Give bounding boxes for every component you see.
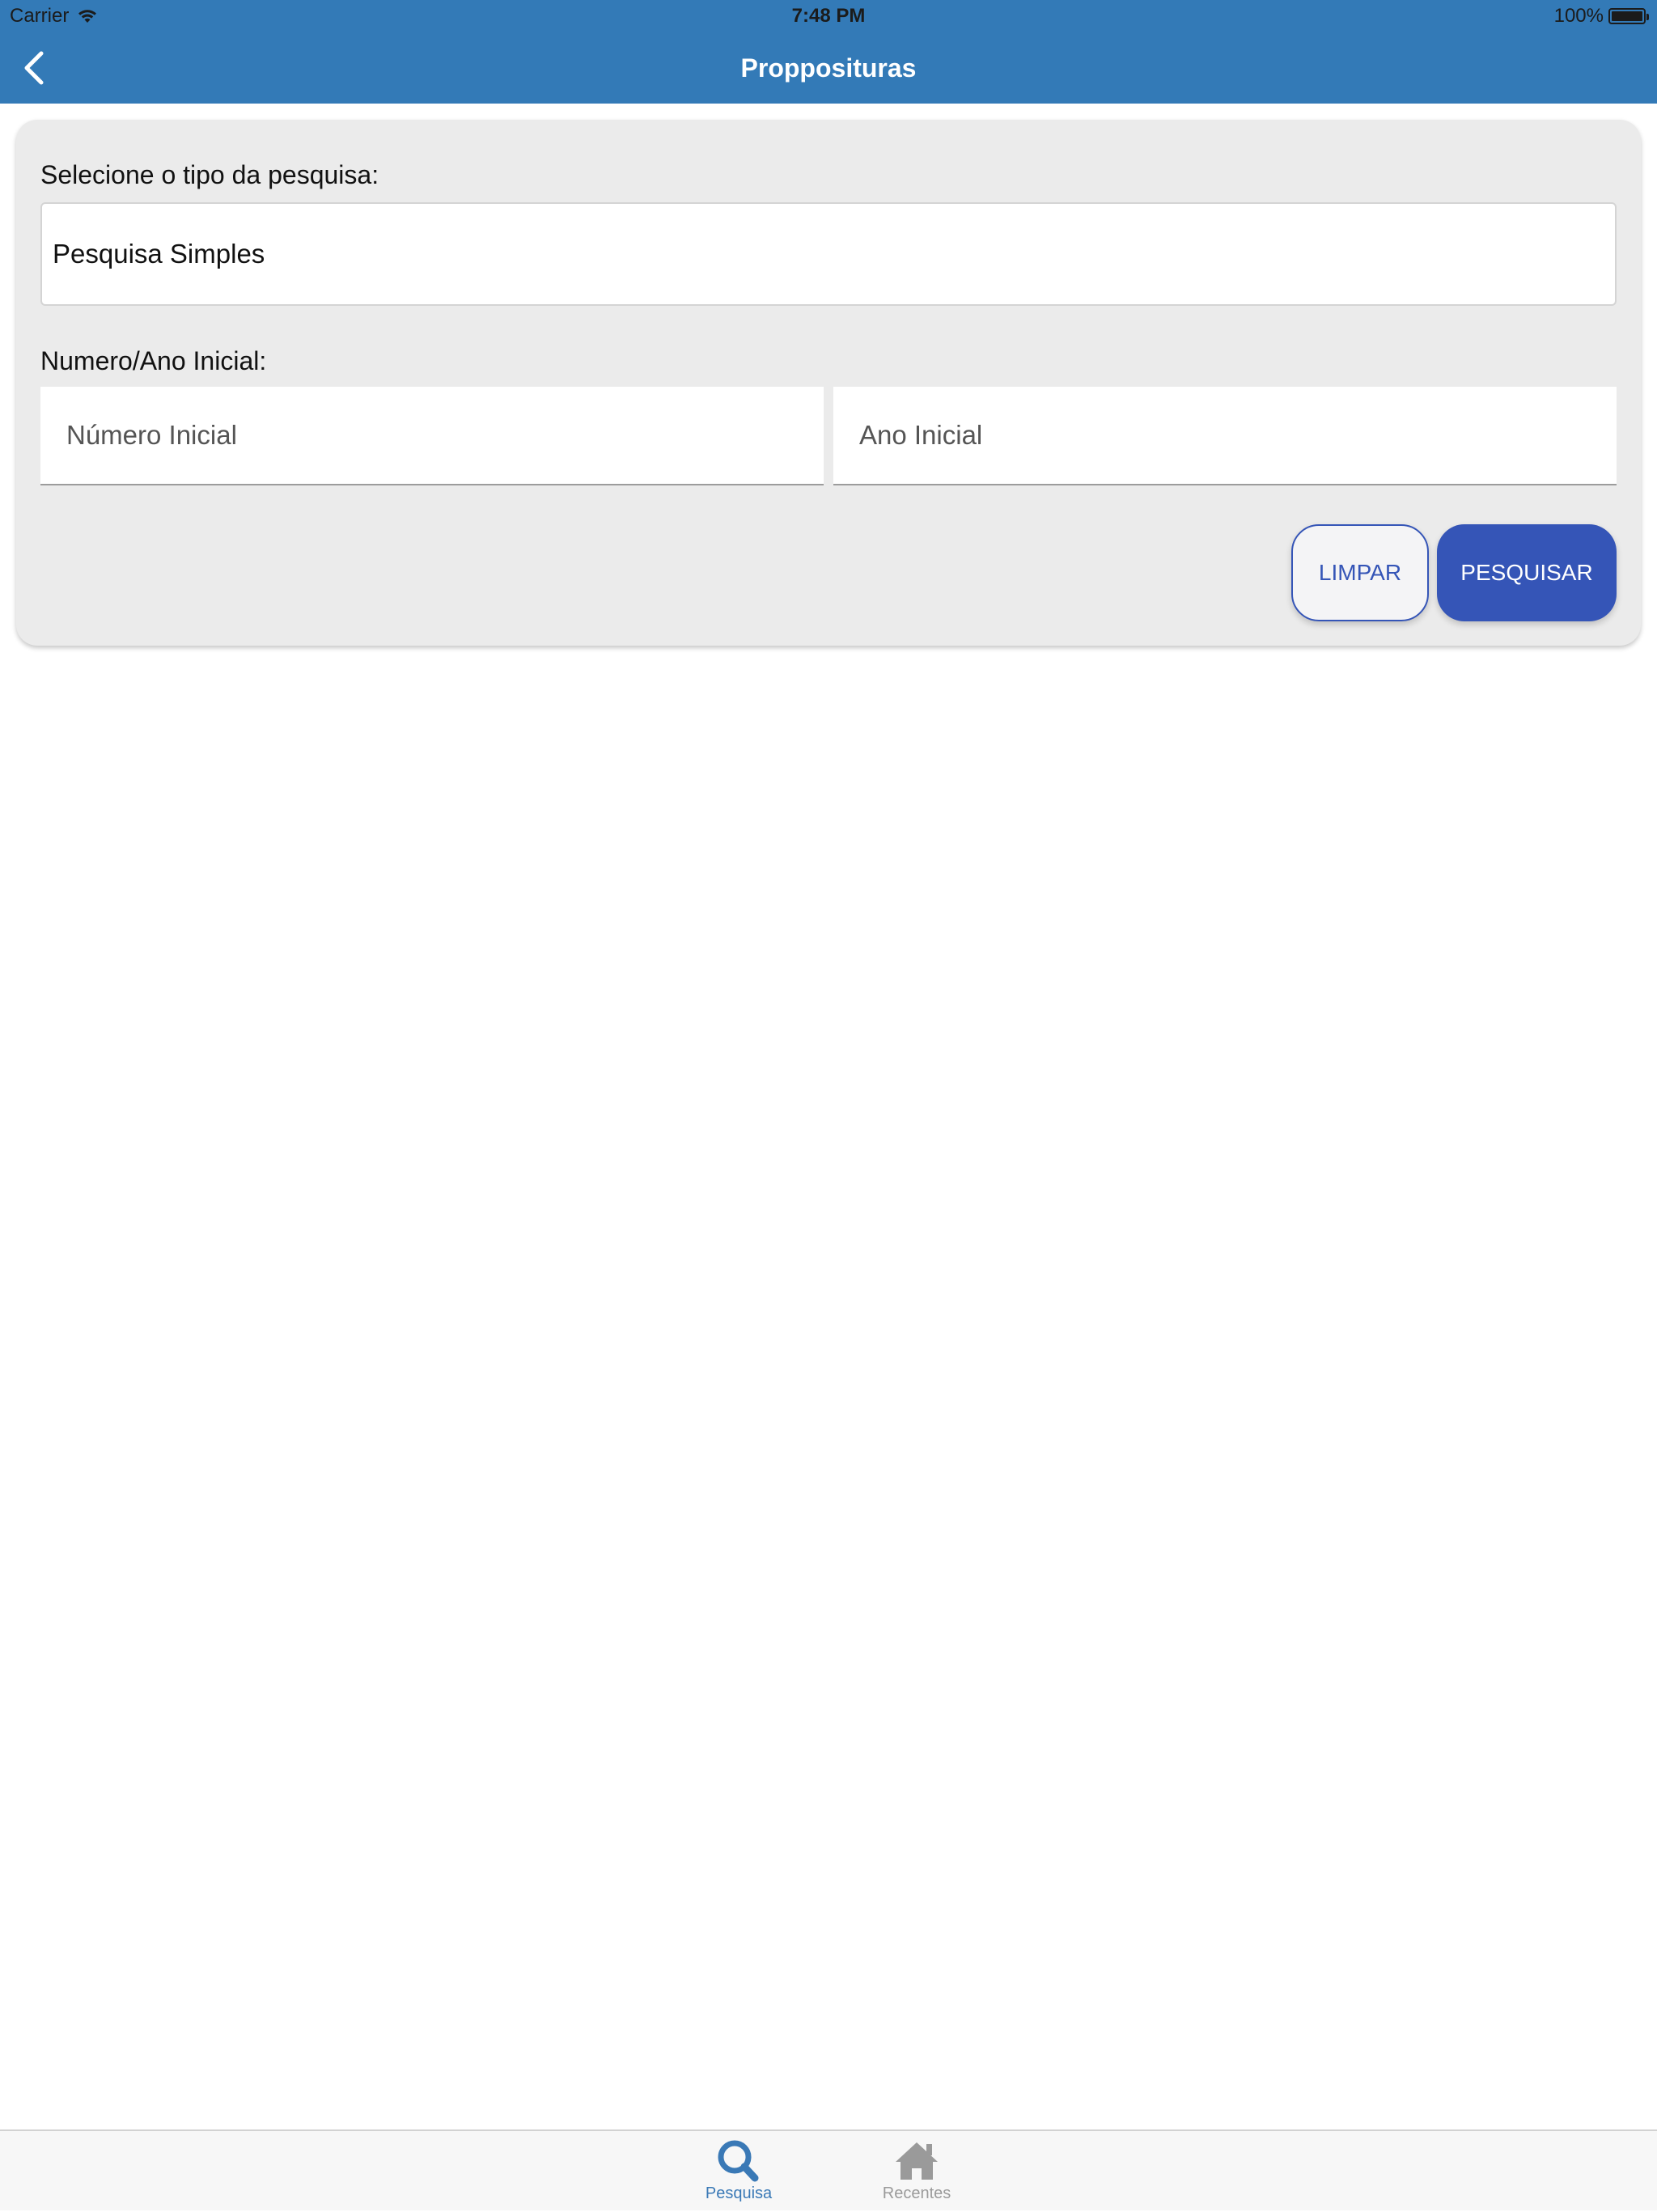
home-icon	[896, 2142, 938, 2180]
battery-icon	[1608, 8, 1649, 24]
search-icon	[718, 2140, 759, 2182]
tab-label: Recentes	[882, 2184, 951, 2202]
search-type-select[interactable]: Pesquisa Simples	[40, 202, 1617, 306]
number-initial-input[interactable]	[40, 387, 824, 485]
range-label: Numero/Ano Inicial:	[40, 346, 267, 375]
year-initial-input[interactable]	[833, 387, 1617, 485]
clear-button[interactable]: LIMPAR	[1291, 524, 1429, 621]
search-button[interactable]: PESQUISAR	[1437, 524, 1617, 621]
clock: 7:48 PM	[791, 5, 866, 27]
tab-recentes[interactable]: Recentes	[856, 2131, 977, 2212]
battery-percentage: 100%	[1553, 5, 1604, 27]
tab-pesquisa[interactable]: Pesquisa	[678, 2131, 799, 2212]
battery-indicator: 100%	[1553, 0, 1649, 32]
search-type-label: Selecione o tipo da pesquisa:	[40, 160, 379, 189]
header-bar: Carrier 7:48 PM 100% Propposituras	[0, 0, 1657, 104]
page-title: Propposituras	[740, 53, 917, 83]
tab-label: Pesquisa	[705, 2184, 773, 2202]
navigation-bar: Propposituras	[0, 32, 1657, 104]
tab-bar: Pesquisa Recentes	[0, 2129, 1657, 2210]
search-form-card: Selecione o tipo da pesquisa: Pesquisa S…	[16, 120, 1641, 646]
status-bar: Carrier 7:48 PM 100%	[0, 0, 1657, 32]
